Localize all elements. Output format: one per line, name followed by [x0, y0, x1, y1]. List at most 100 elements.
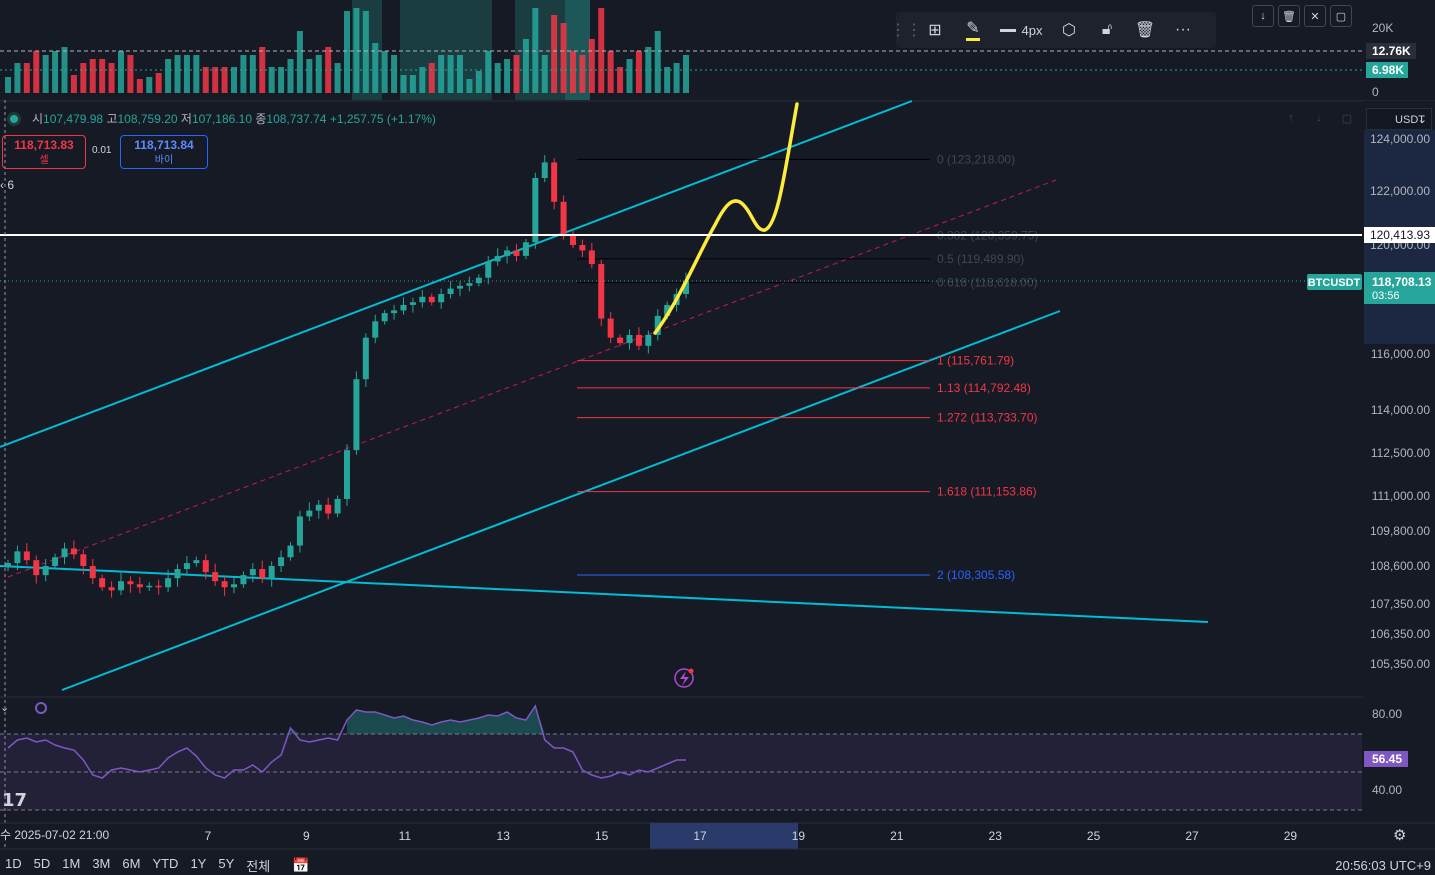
- candle-body: [315, 504, 322, 511]
- fib-level-label: 1.618 (111,153.86): [937, 485, 1037, 499]
- candle-body: [532, 178, 539, 243]
- volume-tick-label: 12.76K: [1372, 44, 1411, 58]
- line-color-button[interactable]: ✎: [954, 12, 992, 48]
- time-tick-label: 25: [1087, 829, 1101, 843]
- volume-bar: [362, 11, 369, 93]
- lock-icon[interactable]: 🔓︎: [1088, 12, 1126, 48]
- templates-icon[interactable]: ⊞: [916, 12, 954, 48]
- drawing-toolbar: ⋮⋮ ⊞ ✎ 4px ⬡ 🔓︎ 🗑︎ ···: [890, 12, 1216, 48]
- timeframe-option[interactable]: 1D: [5, 856, 22, 875]
- candle-body: [504, 250, 511, 256]
- move-up-icon[interactable]: ↑: [1280, 108, 1302, 128]
- candle-body: [306, 510, 313, 517]
- candle-body: [52, 557, 59, 566]
- trash-icon[interactable]: 🗑︎: [1126, 12, 1164, 48]
- maximize-pane-icon[interactable]: ▢: [1330, 5, 1352, 27]
- time-tick-label: 13: [497, 829, 511, 843]
- volume-bar: [579, 55, 586, 93]
- candle-body: [108, 587, 115, 591]
- candle-body: [5, 563, 11, 568]
- clock[interactable]: 20:56:03 UTC+9: [1335, 858, 1431, 873]
- timeframe-option[interactable]: 5D: [34, 856, 51, 875]
- more-icon[interactable]: ···: [1164, 12, 1202, 48]
- volume-bar: [513, 55, 520, 93]
- timeframe-option[interactable]: 3M: [92, 856, 110, 875]
- volume-bar: [70, 75, 77, 93]
- candle-body: [202, 560, 209, 573]
- timeframe-option[interactable]: 5Y: [218, 856, 234, 875]
- timeframe-option[interactable]: 1Y: [190, 856, 206, 875]
- fib-level-label: 1 (115,761.79): [937, 354, 1014, 368]
- calendar-icon[interactable]: 📅: [292, 857, 309, 873]
- pane-buttons: ↓ 🗑︎ ✕ ▢: [1252, 5, 1352, 27]
- volume-bar: [400, 75, 407, 93]
- candle-body: [165, 578, 172, 588]
- volume-bar: [522, 39, 529, 93]
- currency-select[interactable]: USDT ⌄: [1366, 108, 1432, 130]
- fib-level-label: 0 (123,218.00): [937, 152, 1015, 166]
- volume-bar: [174, 55, 181, 93]
- candle-body: [61, 548, 68, 558]
- fib-level-label: 2 (108,305.58): [937, 568, 1015, 582]
- volume-bar: [551, 15, 558, 93]
- timeframe-option[interactable]: 1M: [62, 856, 80, 875]
- arrow-down-icon[interactable]: ↓: [1252, 5, 1274, 27]
- chart-canvas[interactable]: 0 (123,218.00)0.382 (120,359.75)0.5 (119…: [0, 0, 1435, 874]
- gear-icon[interactable]: ⚙: [1393, 826, 1406, 844]
- drag-handle-icon[interactable]: ⋮⋮: [890, 12, 922, 48]
- buy-button[interactable]: 118,713.84 바이: [120, 135, 208, 169]
- volume-bar: [33, 51, 40, 93]
- volume-bar: [42, 55, 49, 93]
- indicators-collapse-button[interactable]: ‹ 6: [0, 176, 26, 194]
- volume-bar: [193, 55, 200, 93]
- volume-bar: [146, 77, 153, 93]
- volume-bar: [165, 59, 172, 93]
- volume-bar: [118, 51, 124, 93]
- line-width-button[interactable]: 4px: [992, 12, 1050, 48]
- candle-body: [560, 201, 567, 235]
- volume-bar: [127, 55, 134, 93]
- candle-body: [183, 563, 190, 570]
- candle-body: [268, 566, 275, 579]
- volume-bar: [221, 67, 228, 93]
- volume-bar: [635, 51, 642, 93]
- maximize-icon[interactable]: ▢: [1336, 108, 1358, 128]
- candle-body: [485, 261, 492, 278]
- time-tick-label: 21: [890, 829, 904, 843]
- time-tick-label: 15: [595, 829, 609, 843]
- visibility-icon[interactable]: [10, 115, 18, 123]
- rsi-settings-icon[interactable]: [35, 702, 47, 714]
- candle-body: [626, 334, 633, 344]
- volume-bar: [278, 67, 285, 93]
- timeframe-option[interactable]: YTD: [152, 856, 178, 875]
- candle-body: [607, 318, 614, 338]
- candle-body: [475, 277, 482, 284]
- delete-pane-icon[interactable]: 🗑︎: [1278, 5, 1300, 27]
- volume-bar: [249, 55, 256, 93]
- candle-body: [400, 304, 407, 311]
- candle-body: [438, 294, 445, 303]
- volume-band: [565, 0, 590, 100]
- candle-body: [212, 572, 219, 582]
- sell-button[interactable]: 118,713.83 셀: [2, 135, 86, 169]
- collapse-pane-icon[interactable]: ✕: [1304, 5, 1326, 27]
- timeframe-option[interactable]: 전체: [246, 856, 270, 875]
- volume-bar: [212, 67, 219, 93]
- candle-body: [362, 337, 369, 380]
- candle-body: [89, 566, 96, 579]
- candle-body: [579, 245, 586, 251]
- volume-bar: [447, 55, 454, 93]
- candle-body: [513, 250, 520, 256]
- spread-value: 0.01: [92, 145, 112, 156]
- price-tick-label: 106,350.00: [1370, 627, 1430, 641]
- move-down-icon[interactable]: ↓: [1308, 108, 1330, 128]
- fib-level-label: 0.618 (118,618.00): [937, 276, 1038, 290]
- candle-body: [522, 242, 529, 256]
- settings-icon[interactable]: ⬡: [1050, 12, 1088, 48]
- timeframe-option[interactable]: 6M: [122, 856, 140, 875]
- tradingview-logo[interactable]: 17: [2, 790, 27, 811]
- rsi-collapse-button[interactable]: ⌄: [0, 700, 22, 716]
- candle-body: [334, 498, 341, 514]
- candle-body: [127, 581, 134, 585]
- hline-price-label: 120,413.93: [1370, 228, 1430, 242]
